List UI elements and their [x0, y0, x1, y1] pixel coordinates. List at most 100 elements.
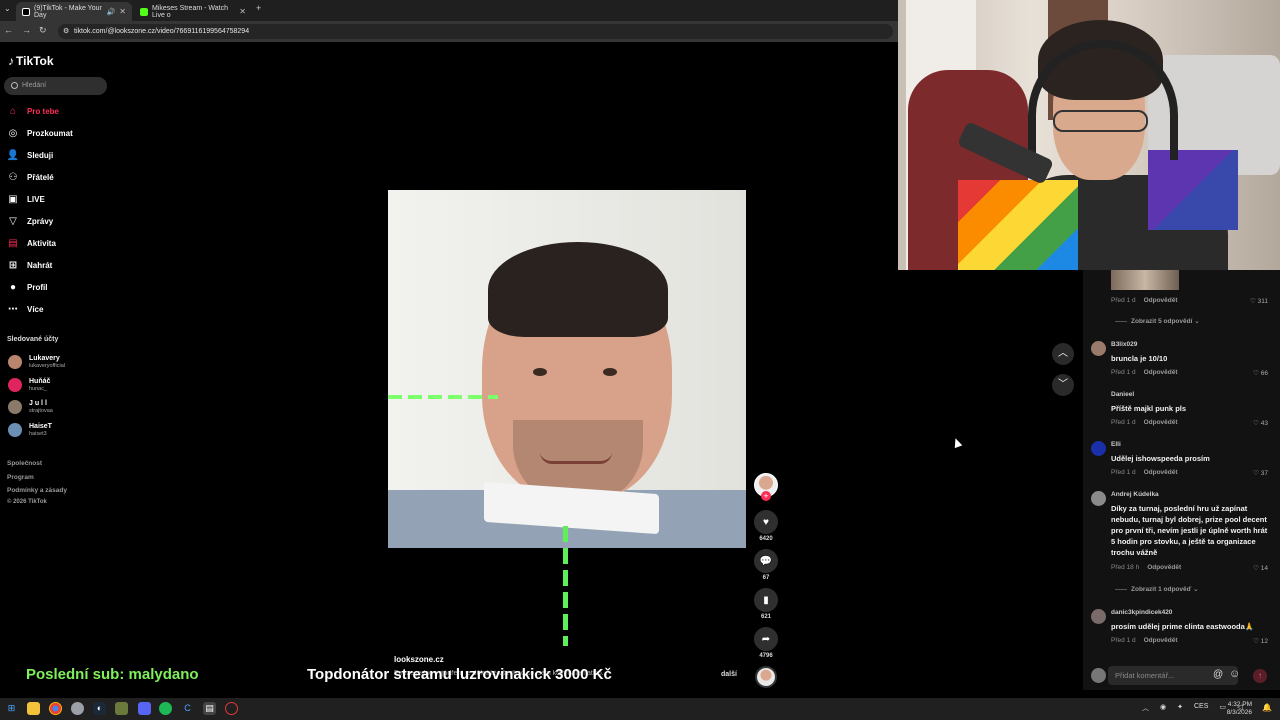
tiktok-favicon-icon [22, 7, 30, 16]
site-info-icon[interactable]: ⚙ [63, 24, 69, 39]
reply-link[interactable]: Odpovědět [1144, 369, 1178, 376]
nav-profile[interactable]: ● Profil [7, 280, 47, 294]
comment-time: Před 1 d [1111, 419, 1136, 426]
send-button[interactable]: ↑ [1253, 669, 1267, 683]
url-field[interactable]: ⚙ tiktok.com/@lookszone.cz/video/7669116… [58, 24, 893, 39]
followed-account[interactable]: Lukavery lukaveryofficial [8, 352, 65, 372]
nav-more[interactable]: ⋯ Více [7, 302, 43, 316]
tab-tiktok[interactable]: (9)TikTok - Make Your Day 🔊 ✕ [16, 2, 132, 21]
search-icon [11, 82, 18, 89]
reply-link[interactable]: Odpovědět [1144, 637, 1178, 644]
avatar[interactable] [1091, 391, 1106, 406]
followed-account[interactable]: Huňáč hunac_ [8, 375, 50, 395]
clock[interactable]: 4:32 PM 8/3/2026 [1227, 701, 1252, 717]
reply-link[interactable]: Odpovědět [1144, 469, 1178, 476]
avatar[interactable] [1091, 609, 1106, 624]
app-icon[interactable]: C [181, 702, 194, 715]
followed-account[interactable]: HaiseT haiset3 [8, 420, 52, 440]
nav-explore[interactable]: ◎ Prozkoumat [7, 126, 73, 140]
close-tab-icon[interactable]: ✕ [239, 7, 246, 16]
search-input[interactable]: Hledání [4, 77, 107, 95]
nav-label: Nahrát [27, 260, 53, 270]
comment-text: bruncla je 10/10 [1111, 354, 1168, 363]
avatar[interactable] [1091, 441, 1106, 456]
avatar[interactable] [1091, 491, 1106, 506]
comment-user[interactable]: Danieel [1111, 391, 1134, 398]
comment-image-thumbnail[interactable] [1111, 270, 1179, 290]
avatar[interactable] [1091, 341, 1106, 356]
mention-icon[interactable]: @ [1213, 669, 1223, 680]
new-tab-icon[interactable]: + [256, 3, 261, 13]
followed-account[interactable]: J u l l strajtovaa [8, 397, 53, 417]
comment-likes[interactable]: ♡ 43 [1253, 419, 1268, 427]
comment-likes[interactable]: ♡ 14 [1253, 564, 1268, 572]
nav-messages[interactable]: ▽ Zprávy [7, 214, 53, 228]
account-handle: strajtovaa [29, 407, 53, 414]
like-count: 6420 [759, 536, 773, 542]
discord-icon[interactable] [138, 702, 151, 715]
nav-following[interactable]: 👤 Sleduji [7, 148, 53, 162]
caption-more-link[interactable]: další [721, 671, 737, 678]
chrome-icon[interactable] [49, 702, 62, 715]
obs-icon[interactable] [225, 702, 238, 715]
forward-icon[interactable]: → [22, 25, 31, 35]
tab-list-icon[interactable]: ⌄ [4, 4, 11, 13]
footer-program-link[interactable]: Program [7, 474, 34, 481]
nav-upload[interactable]: ⊞ Nahrát [7, 258, 53, 272]
comment-button[interactable]: 💬 67 [754, 549, 778, 581]
steam-icon[interactable]: ◐ [93, 702, 106, 715]
reply-link[interactable]: Odpovědět [1144, 419, 1178, 426]
spotify-icon[interactable] [159, 702, 172, 715]
save-button[interactable]: ▮ 621 [754, 588, 778, 620]
nav-activity[interactable]: ▤ Aktivita [7, 236, 56, 250]
monitor-icon[interactable]: ▭ [1219, 703, 1226, 713]
reply-link[interactable]: Odpovědět [1147, 564, 1181, 571]
close-tab-icon[interactable]: ✕ [119, 7, 126, 16]
comment-likes[interactable]: ♡ 37 [1253, 469, 1268, 477]
like-button[interactable]: ♥ 6420 [754, 510, 778, 542]
video-author[interactable]: lookszone.cz [394, 655, 444, 664]
save-count: 621 [760, 614, 771, 620]
nav-live[interactable]: ▣ LIVE [7, 192, 45, 206]
comment-time: Před 18 h [1111, 564, 1140, 571]
nav-for-you[interactable]: ⌂ Pro tebe [7, 104, 59, 118]
comment-likes[interactable]: ♡ 12 [1253, 637, 1268, 645]
network-icon[interactable]: ◉ [1160, 703, 1166, 713]
emoji-icon[interactable]: ☺ [1229, 668, 1240, 680]
notification-bell-icon[interactable]: 🔔 [1262, 703, 1272, 712]
video-player[interactable] [388, 190, 746, 548]
terminal-icon[interactable]: ▤ [203, 702, 216, 715]
back-icon[interactable]: ← [4, 25, 13, 35]
footer-terms-link[interactable]: Podmínky a zásady [7, 487, 67, 494]
footer-company-link[interactable]: Společnost [7, 460, 42, 467]
tiktok-logo[interactable]: ♪ TikTok [8, 54, 54, 68]
account-name: HaiseT [29, 422, 52, 430]
share-button[interactable]: ➦ 4796 [754, 627, 778, 659]
show-replies-label: Zobrazit 1 odpověď [1131, 586, 1192, 593]
chevron-up-icon[interactable]: ︿ [1142, 703, 1149, 713]
next-video-button[interactable]: ﹀ [1052, 374, 1074, 396]
reload-icon[interactable]: ↻ [39, 25, 47, 36]
comment-user[interactable]: danic3kpindicek420 [1111, 609, 1172, 616]
comment-user[interactable]: Elli [1111, 441, 1121, 448]
tab-mikeses-stream[interactable]: Mikeses Stream - Watch Live o ✕ [134, 2, 252, 21]
app-icon[interactable] [115, 702, 128, 715]
comment-user[interactable]: B3lix029 [1111, 341, 1137, 348]
show-replies-button[interactable]: Zobrazit 1 odpověď ⌄ [1115, 585, 1199, 593]
comment-likes[interactable]: ♡ 311 [1250, 297, 1268, 305]
music-disc-avatar[interactable] [755, 666, 777, 688]
reply-link[interactable]: Odpovědět [1144, 297, 1178, 304]
account-handle: lukaveryofficial [29, 362, 65, 369]
windows-start-icon[interactable]: ⊞ [5, 702, 18, 715]
previous-video-button[interactable]: ︿ [1052, 343, 1074, 365]
show-replies-button[interactable]: Zobrazit 5 odpovědí ⌄ [1115, 317, 1200, 325]
chevron-down-icon: ⌄ [1193, 586, 1199, 593]
file-explorer-icon[interactable] [27, 702, 40, 715]
comment-user[interactable]: Andrej Kúdelka [1111, 491, 1159, 498]
bluetooth-icon[interactable]: ✦ [1177, 703, 1183, 713]
app-icon[interactable] [71, 702, 84, 715]
language-indicator[interactable]: CES [1194, 703, 1208, 713]
nav-friends[interactable]: ⚇ Přátelé [7, 170, 54, 184]
green-dashed-line-vertical [563, 526, 568, 646]
comment-likes[interactable]: ♡ 66 [1253, 369, 1268, 377]
